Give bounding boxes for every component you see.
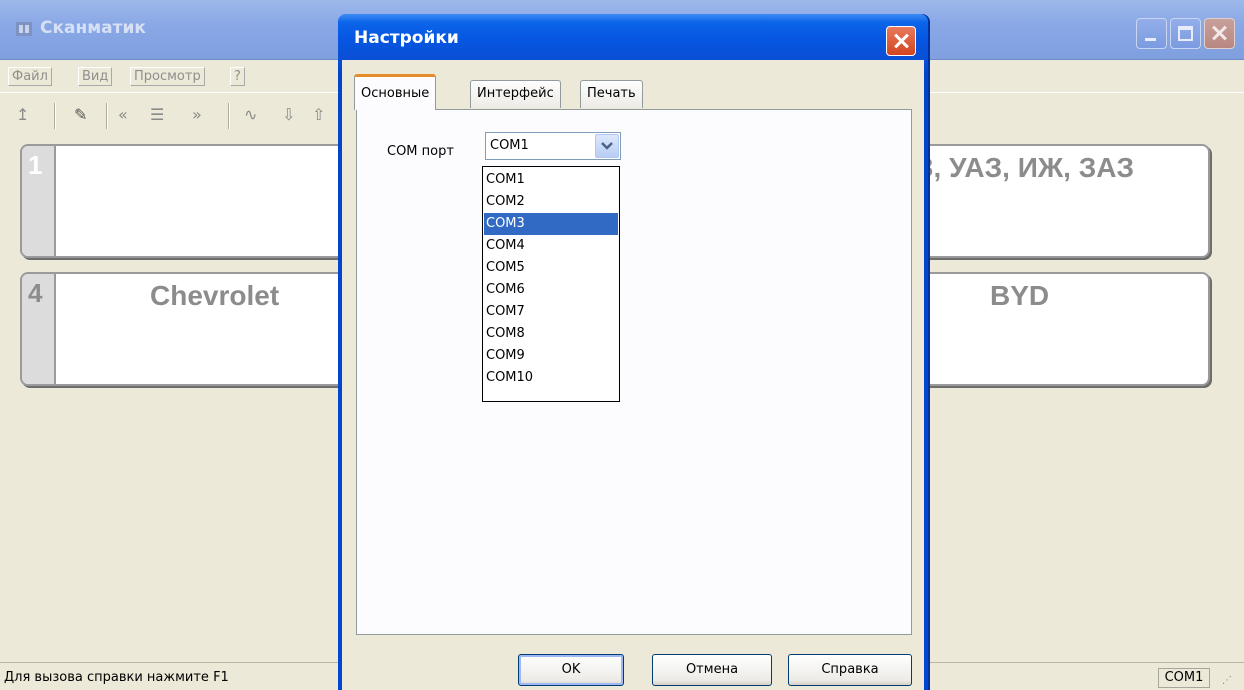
next-icon[interactable]: » [192,106,202,124]
card-number: 1 [28,150,43,180]
scanner-app-icon [16,22,32,36]
dropdown-option[interactable]: COM5 [484,257,618,279]
card-title: OBDII [186,152,264,183]
list-icon[interactable]: ☰ [150,106,164,124]
minimize-icon [1145,38,1156,41]
status-text: Для вызова справки нажмите F1 [4,670,229,685]
menu-view[interactable]: Вид [78,67,113,86]
toolbar-separator [106,103,108,129]
dropdown-option[interactable]: COM7 [484,301,618,323]
main-close-button[interactable] [1204,18,1235,49]
dropdown-option[interactable]: COM8 [484,323,618,345]
previous-icon[interactable]: « [118,106,128,124]
com-port-value: COM1 [490,138,529,153]
dropdown-option[interactable]: COM10 [484,367,618,389]
card-byd[interactable]: BYD [900,272,1210,386]
window-controls [1136,18,1238,50]
resize-grip-icon[interactable]: ⋰ [1222,675,1232,686]
toolbar-separator [54,103,56,129]
tab-panel-basic: COM порт COM1 [356,109,912,635]
maximize-icon [1178,26,1193,41]
main-window-title: Сканматик [40,18,146,38]
maximize-button[interactable] [1170,18,1201,49]
card-uaz[interactable]: З, УАЗ, ИЖ, ЗАЗ [900,144,1210,258]
dialog-close-button[interactable] [886,26,916,56]
menu-preview[interactable]: Просмотр [130,67,205,86]
combo-dropdown-button[interactable] [595,134,619,158]
tab-basic[interactable]: Основные [354,74,437,110]
tab-interface[interactable]: Интерфейс [470,80,561,108]
upload-icon[interactable]: ⇧ [312,106,325,124]
minimize-button[interactable] [1136,18,1167,49]
up-arrow-icon[interactable]: ↥ [16,106,29,124]
ok-button[interactable]: OK [518,654,624,686]
dropdown-option[interactable]: COM6 [484,279,618,301]
settings-dialog: Настройки Основные Интерфейс Печать COM … [338,14,928,690]
signal-wave-icon[interactable]: ∿ [244,106,257,124]
com-port-label: COM порт [387,144,454,159]
cancel-button[interactable]: Отмена [652,654,772,686]
com-port-dropdown-list: COM1 COM2 COM3 COM4 COM5 COM6 COM7 COM8 … [482,166,620,402]
help-button[interactable]: Справка [788,654,912,686]
card-title: BYD [990,280,1050,311]
card-chevrolet[interactable]: 4 Chevrolet [20,272,360,386]
dropdown-option[interactable]: COM4 [484,235,618,257]
dropdown-option[interactable]: COM2 [484,191,618,213]
chevron-down-icon [601,142,613,150]
card-obdii[interactable]: 1 OBDII [20,144,360,258]
card-number-column: 4 [22,274,56,384]
card-number: 4 [28,278,43,308]
tab-print[interactable]: Печать [580,80,643,108]
edit-notes-icon[interactable]: ✎ [74,106,87,124]
dialog-body: Основные Интерфейс Печать COM порт COM1 … [342,60,924,690]
menu-help[interactable]: ? [230,67,245,86]
dropdown-option[interactable]: COM9 [484,345,618,367]
dropdown-option[interactable]: COM1 [484,169,618,191]
com-port-select[interactable]: COM1 [485,132,621,160]
dialog-title: Настройки [354,28,459,48]
card-number-column: 1 [22,146,56,256]
status-port: COM1 [1158,668,1210,688]
dropdown-option-selected[interactable]: COM3 [484,213,618,235]
download-icon[interactable]: ⇩ [282,106,295,124]
menu-file[interactable]: Файл [8,67,52,86]
dialog-titlebar[interactable]: Настройки [338,14,928,60]
toolbar-separator [228,103,230,129]
card-title: Chevrolet [150,280,280,311]
card-title: З, УАЗ, ИЖ, ЗАЗ [916,152,1135,183]
